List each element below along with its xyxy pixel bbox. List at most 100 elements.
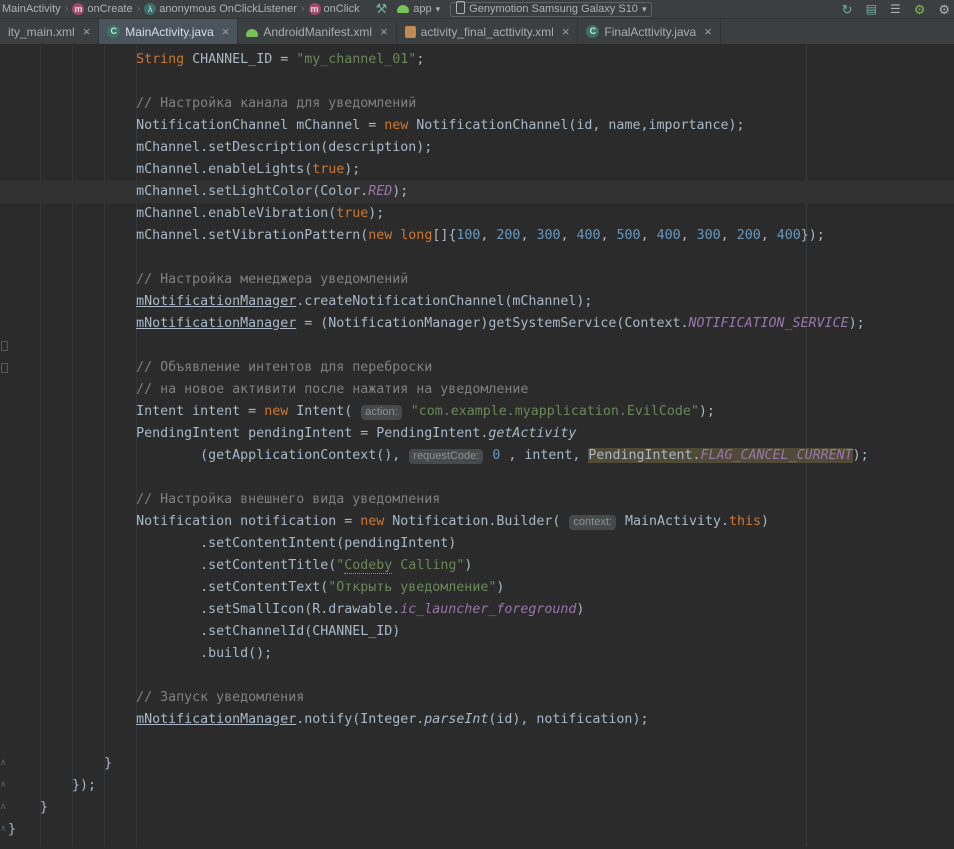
code-line: // Объявление интентов для переброски: [0, 357, 954, 379]
gradle-sync-icon[interactable]: ↻: [842, 3, 853, 16]
editor-tab[interactable]: C FinalActtivity.java ×: [578, 19, 720, 44]
code-line: .setSmallIcon(R.drawable.ic_launcher_for…: [0, 599, 954, 621]
class-icon: C: [586, 25, 599, 38]
fold-marker-icon[interactable]: ∧: [0, 780, 7, 790]
toolbar-right-icons: ↻ ▤ ☰ ⚙ ⚙: [842, 3, 952, 16]
layout-icon: [405, 26, 416, 38]
breadcrumb-item[interactable]: monClick: [309, 3, 360, 15]
code-line: // на новое активити после нажатия на ув…: [0, 379, 954, 401]
fold-marker-icon[interactable]: ∧: [0, 802, 7, 812]
code-line: [0, 335, 954, 357]
run-configuration-selector[interactable]: app ▾: [397, 3, 440, 16]
settings-icon[interactable]: ⚙: [938, 3, 950, 16]
editor-tab[interactable]: ity_main.xml ×: [0, 19, 99, 44]
code-line: [0, 731, 954, 753]
tab-label: MainActivity.java: [125, 25, 213, 39]
code-line: mNotificationManager = (NotificationMana…: [0, 313, 954, 335]
editor-pane[interactable]: String CHANNEL_ID = "my_channel_01"; // …: [0, 45, 954, 847]
code-line: NotificationChannel mChannel = new Notif…: [0, 115, 954, 137]
code-line: (getApplicationContext(), requestCode: 0…: [0, 445, 954, 467]
navigation-bar: MainActivity›monCreate›λanonymous OnClic…: [0, 0, 954, 19]
tab-label: ity_main.xml: [8, 25, 75, 39]
breadcrumb-label: anonymous OnClickListener: [159, 3, 297, 15]
chevron-right-icon: ›: [300, 3, 306, 15]
code-line: .setContentText("Открыть уведомление"): [0, 577, 954, 599]
device-icon-slot: [456, 1, 465, 17]
android-studio-window: MainActivity›monCreate›λanonymous OnClic…: [0, 0, 954, 849]
android-icon: [397, 5, 409, 13]
editor-tab[interactable]: C MainActivity.java ×: [99, 19, 238, 44]
editor-tab[interactable]: AndroidManifest.xml ×: [238, 19, 396, 44]
code-line: [0, 467, 954, 489]
code-line: .build();: [0, 643, 954, 665]
close-icon[interactable]: ×: [704, 24, 712, 39]
code-line: .setContentTitle("Codeby Calling"): [0, 555, 954, 577]
breadcrumb-label: onClick: [324, 3, 360, 15]
run-config-label: app: [413, 3, 431, 15]
fold-marker-icon[interactable]: ∧: [0, 758, 7, 768]
breadcrumb-item[interactable]: monCreate: [72, 3, 132, 15]
tab-label: activity_final_acttivity.xml: [421, 25, 554, 39]
code-line: String CHANNEL_ID = "my_channel_01";: [0, 49, 954, 71]
chevron-down-icon: ▾: [436, 4, 441, 15]
code-line: // Настройка канала для уведомлений: [0, 93, 954, 115]
code-line: Intent intent = new Intent( action: "com…: [0, 401, 954, 423]
code-line: .setChannelId(CHANNEL_ID): [0, 621, 954, 643]
breadcrumb-label: MainActivity: [2, 3, 61, 15]
code-line: [0, 71, 954, 93]
close-icon[interactable]: ×: [562, 24, 570, 39]
device-manager-icon[interactable]: ▤: [866, 3, 877, 15]
code-line: mChannel.setDescription(description);: [0, 137, 954, 159]
anonymous-class-icon: λ: [144, 3, 156, 15]
code-line: }: [0, 797, 954, 819]
android-icon: [246, 29, 258, 37]
close-icon[interactable]: ×: [83, 24, 91, 39]
chevron-right-icon: ›: [136, 3, 142, 15]
tab-label: FinalActtivity.java: [604, 25, 696, 39]
logcat-icon[interactable]: ☰: [890, 3, 901, 15]
breadcrumbs: MainActivity›monCreate›λanonymous OnClic…: [2, 3, 360, 15]
code-line: [0, 665, 954, 687]
run-config-icon-slot: [397, 3, 409, 16]
breadcrumb-item[interactable]: λanonymous OnClickListener: [144, 3, 297, 15]
code-line: PendingIntent pendingIntent = PendingInt…: [0, 423, 954, 445]
code-area[interactable]: String CHANNEL_ID = "my_channel_01"; // …: [0, 45, 954, 841]
device-label: Genymotion Samsung Galaxy S10: [469, 3, 638, 15]
code-line: [0, 247, 954, 269]
code-line: Notification notification = new Notifica…: [0, 511, 954, 533]
code-line: mChannel.enableVibration(true);: [0, 203, 954, 225]
toolbar-actions: ⚒ app ▾ Genymotion Samsung Galaxy S10 ▾ …: [376, 2, 952, 17]
editor-tab[interactable]: activity_final_acttivity.xml ×: [397, 19, 579, 44]
hammer-icon[interactable]: ⚒: [376, 2, 388, 15]
breadcrumb-item[interactable]: MainActivity: [2, 3, 61, 15]
code-line: });: [0, 775, 954, 797]
code-line: mChannel.enableLights(true);: [0, 159, 954, 181]
gutter-marker-icon[interactable]: [1, 363, 8, 373]
device-selector[interactable]: Genymotion Samsung Galaxy S10 ▾: [450, 2, 652, 17]
sdk-manager-icon[interactable]: ⚙: [914, 3, 926, 16]
close-icon[interactable]: ×: [222, 24, 230, 39]
chevron-right-icon: ›: [64, 3, 70, 15]
tab-label: AndroidManifest.xml: [263, 25, 372, 39]
code-line: mChannel.setLightColor(Color.RED);: [0, 181, 954, 203]
code-line: // Запуск уведомления: [0, 687, 954, 709]
code-line: }: [0, 819, 954, 841]
method-icon: m: [309, 3, 321, 15]
code-line: }: [0, 753, 954, 775]
build-icon-slot: ⚒: [376, 2, 388, 16]
close-icon[interactable]: ×: [380, 24, 388, 39]
method-icon: m: [72, 3, 84, 15]
fold-marker-icon[interactable]: ∧: [0, 824, 7, 834]
code-line: mChannel.setVibrationPattern(new long[]{…: [0, 225, 954, 247]
code-line: .setContentIntent(pendingIntent): [0, 533, 954, 555]
code-line: mNotificationManager.createNotificationC…: [0, 291, 954, 313]
code-line: // Настройка внешнего вида уведомления: [0, 489, 954, 511]
editor-tab-bar: ity_main.xml×CMainActivity.java×AndroidM…: [0, 19, 954, 45]
gutter-marker-icon[interactable]: [1, 341, 8, 351]
class-icon: C: [107, 25, 120, 38]
code-line: mNotificationManager.notify(Integer.pars…: [0, 709, 954, 731]
code-line: // Настройка менеджера уведомлений: [0, 269, 954, 291]
breadcrumb-label: onCreate: [87, 3, 132, 15]
phone-icon: [456, 1, 465, 14]
chevron-down-icon: ▾: [642, 4, 647, 15]
